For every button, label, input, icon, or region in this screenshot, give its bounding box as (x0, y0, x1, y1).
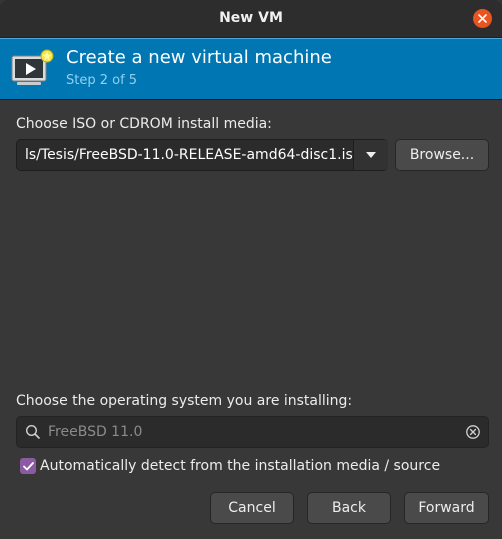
browse-button[interactable]: Browse... (395, 139, 489, 171)
titlebar: New VM (0, 0, 502, 38)
install-media-path: ls/Tesis/FreeBSD-11.0-RELEASE-amd64-disc… (25, 147, 354, 163)
cancel-button[interactable]: Cancel (210, 492, 294, 524)
new-vm-window: New VM Create a new virtual machine Step… (0, 0, 502, 539)
auto-detect-label[interactable]: Automatically detect from the installati… (40, 458, 440, 474)
forward-button[interactable]: Forward (404, 492, 489, 524)
os-search-value: FreeBSD 11.0 (48, 424, 143, 440)
clear-icon[interactable] (465, 424, 481, 440)
search-icon (25, 424, 40, 439)
banner-title: Create a new virtual machine (66, 47, 332, 68)
os-search-input[interactable]: FreeBSD 11.0 (16, 416, 489, 448)
chevron-down-icon (366, 152, 376, 158)
os-label: Choose the operating system you are inst… (16, 393, 353, 409)
step-indicator: Step 2 of 5 (66, 73, 138, 88)
window-title: New VM (219, 10, 283, 26)
install-media-label: Choose ISO or CDROM install media: (16, 116, 272, 132)
checkmark-icon (22, 461, 34, 470)
close-icon (478, 14, 487, 23)
install-media-combobox[interactable]: ls/Tesis/FreeBSD-11.0-RELEASE-amd64-disc… (16, 139, 388, 171)
step-banner: Create a new virtual machine Step 2 of 5 (0, 38, 502, 100)
close-button[interactable] (473, 9, 492, 28)
install-media-dropdown-button[interactable] (353, 140, 388, 170)
back-button[interactable]: Back (307, 492, 391, 524)
install-media-entry[interactable]: ls/Tesis/FreeBSD-11.0-RELEASE-amd64-disc… (17, 140, 354, 170)
auto-detect-checkbox[interactable] (20, 458, 36, 474)
virtual-machine-icon (11, 49, 54, 85)
